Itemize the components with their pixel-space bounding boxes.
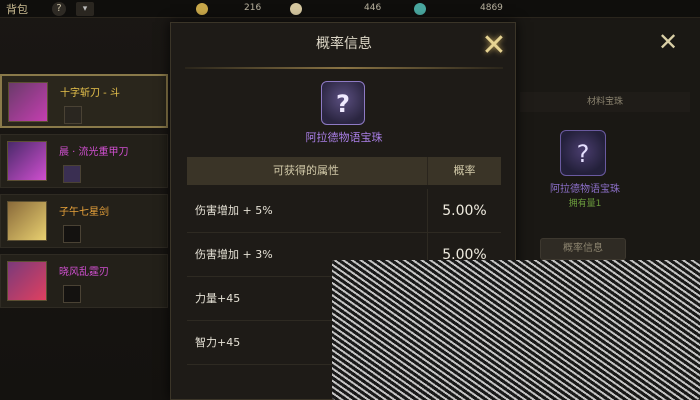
weapon-thumb-icon bbox=[7, 201, 47, 241]
currency-gold-value: 216 bbox=[244, 3, 262, 13]
item-name: 十字斩刀 - 斗 bbox=[60, 88, 120, 99]
probability-info-button[interactable]: 概率信息 bbox=[540, 238, 626, 260]
attribute-cell: 伤害增加 + 5% bbox=[195, 204, 273, 217]
attribute-cell: 智力+45 bbox=[195, 336, 241, 349]
item-name: 晓风乱霆刃 bbox=[59, 267, 109, 278]
redaction-scribble bbox=[332, 260, 700, 400]
table-row: 伤害增加 + 5% 5.00% bbox=[187, 189, 501, 233]
gem-name: 阿拉德物语宝珠 bbox=[305, 131, 383, 144]
list-item[interactable]: 晓风乱霆刃 bbox=[0, 254, 168, 308]
item-name: 子午七星剑 bbox=[59, 207, 109, 218]
top-bar: 背包 ? ▾ 216 446 4869 bbox=[0, 0, 700, 18]
table-header: 可获得的属性 概率 bbox=[187, 157, 501, 185]
column-header-attribute: 可获得的属性 bbox=[273, 164, 339, 177]
material-panel-header: 材料宝珠 bbox=[520, 92, 690, 112]
list-item[interactable]: 十字斩刀 - 斗 bbox=[0, 74, 168, 128]
attribute-cell: 力量+45 bbox=[195, 292, 241, 305]
dropdown-icon[interactable]: ▾ bbox=[76, 2, 94, 16]
slot-icon bbox=[63, 165, 81, 183]
close-icon[interactable]: ✕ bbox=[477, 29, 511, 63]
list-item[interactable]: 子午七星剑 bbox=[0, 194, 168, 248]
modal-title: 概率信息 bbox=[316, 36, 372, 52]
attribute-cell: 伤害增加 + 3% bbox=[195, 248, 273, 261]
weapon-thumb-icon bbox=[8, 82, 48, 122]
gem-name: 阿拉德物语宝珠 bbox=[550, 184, 620, 195]
gold-coin-icon bbox=[196, 3, 208, 15]
gem-icon[interactable]: ? bbox=[560, 130, 606, 176]
slot-icon bbox=[64, 106, 82, 124]
slot-icon bbox=[63, 285, 81, 303]
weapon-thumb-icon bbox=[7, 141, 47, 181]
game-screen: 背包 ? ▾ 216 446 4869 ✕ 材料宝珠 ? 阿拉德物语宝珠 拥有量… bbox=[0, 0, 700, 400]
item-name: 晨 · 流光重甲刀 bbox=[59, 147, 129, 158]
weapon-thumb-icon bbox=[7, 261, 47, 301]
title-divider bbox=[185, 67, 503, 69]
panel-close-icon[interactable]: ✕ bbox=[656, 30, 680, 54]
gem-icon: ? bbox=[321, 81, 365, 125]
probability-cell: 5.00% bbox=[427, 189, 501, 233]
currency-crystal-value: 4869 bbox=[480, 3, 503, 13]
gem-owned-count: 拥有量1 bbox=[568, 199, 602, 209]
column-header-probability: 概率 bbox=[427, 157, 501, 185]
slot-icon bbox=[63, 225, 81, 243]
c-coin-icon bbox=[290, 3, 302, 15]
inventory-title: 背包 bbox=[6, 3, 28, 16]
currency-c-value: 446 bbox=[364, 3, 382, 13]
list-item[interactable]: 晨 · 流光重甲刀 bbox=[0, 134, 168, 188]
help-icon[interactable]: ? bbox=[52, 2, 66, 16]
item-list: 十字斩刀 - 斗 晨 · 流光重甲刀 子午七星剑 晓风乱霆刃 bbox=[0, 74, 170, 314]
crystal-icon bbox=[414, 3, 426, 15]
